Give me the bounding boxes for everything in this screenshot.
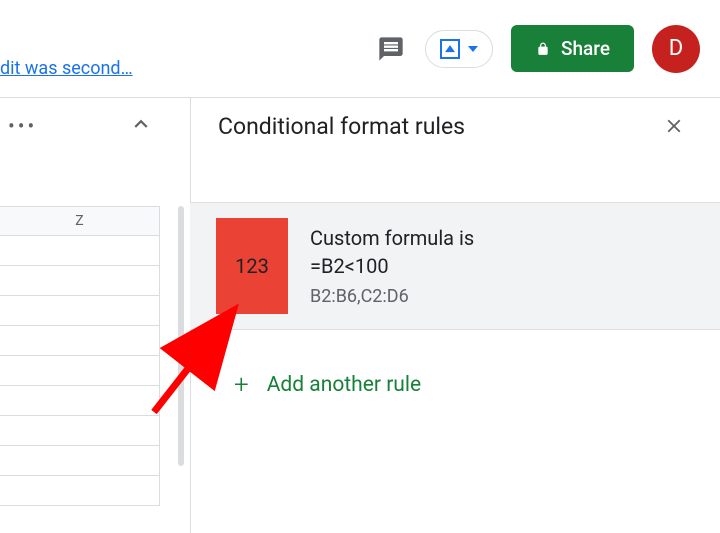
cell[interactable]: [0, 356, 160, 386]
rule-preview-swatch: 123: [216, 218, 288, 314]
close-icon[interactable]: [662, 114, 686, 138]
toolbar-controls: Share D: [375, 25, 700, 73]
last-edit-link[interactable]: dit was second…: [0, 58, 133, 79]
rule-range: B2:B6,C2:D6: [310, 286, 474, 307]
cell[interactable]: [0, 416, 160, 446]
chevron-down-icon: [468, 46, 478, 52]
cell[interactable]: [0, 476, 160, 506]
rule-text: Custom formula is =B2<100 B2:B6,C2:D6: [310, 226, 474, 307]
share-label: Share: [561, 37, 610, 60]
rule-condition-label: Custom formula is: [310, 226, 474, 250]
top-bar: dit was second… Share D: [0, 0, 720, 97]
conditional-format-rule[interactable]: 123 Custom formula is =B2<100 B2:B6,C2:D…: [190, 202, 720, 330]
cell[interactable]: [0, 386, 160, 416]
collapse-up-icon[interactable]: [128, 111, 154, 141]
spreadsheet-area: Z: [0, 206, 160, 506]
account-avatar[interactable]: D: [652, 25, 700, 73]
comment-history-icon[interactable]: [375, 33, 407, 65]
cell[interactable]: [0, 296, 160, 326]
present-up-icon: [440, 39, 460, 59]
share-button[interactable]: Share: [511, 25, 634, 72]
overflow-menu-icon[interactable]: •••: [8, 114, 37, 138]
scrollbar[interactable]: [178, 206, 184, 466]
column-header-z[interactable]: Z: [0, 206, 160, 236]
cell[interactable]: [0, 326, 160, 356]
plus-icon: +: [234, 370, 249, 400]
cell[interactable]: [0, 446, 160, 476]
lock-icon: [535, 42, 551, 56]
rule-formula: =B2<100: [310, 254, 474, 278]
add-rule-label: Add another rule: [267, 373, 421, 397]
add-another-rule-button[interactable]: + Add another rule: [234, 370, 421, 400]
panel-title: Conditional format rules: [218, 113, 465, 140]
cell[interactable]: [0, 266, 160, 296]
present-button[interactable]: [425, 30, 493, 68]
cell[interactable]: [0, 236, 160, 266]
secondary-bar: ••• Conditional format rules: [0, 98, 720, 154]
